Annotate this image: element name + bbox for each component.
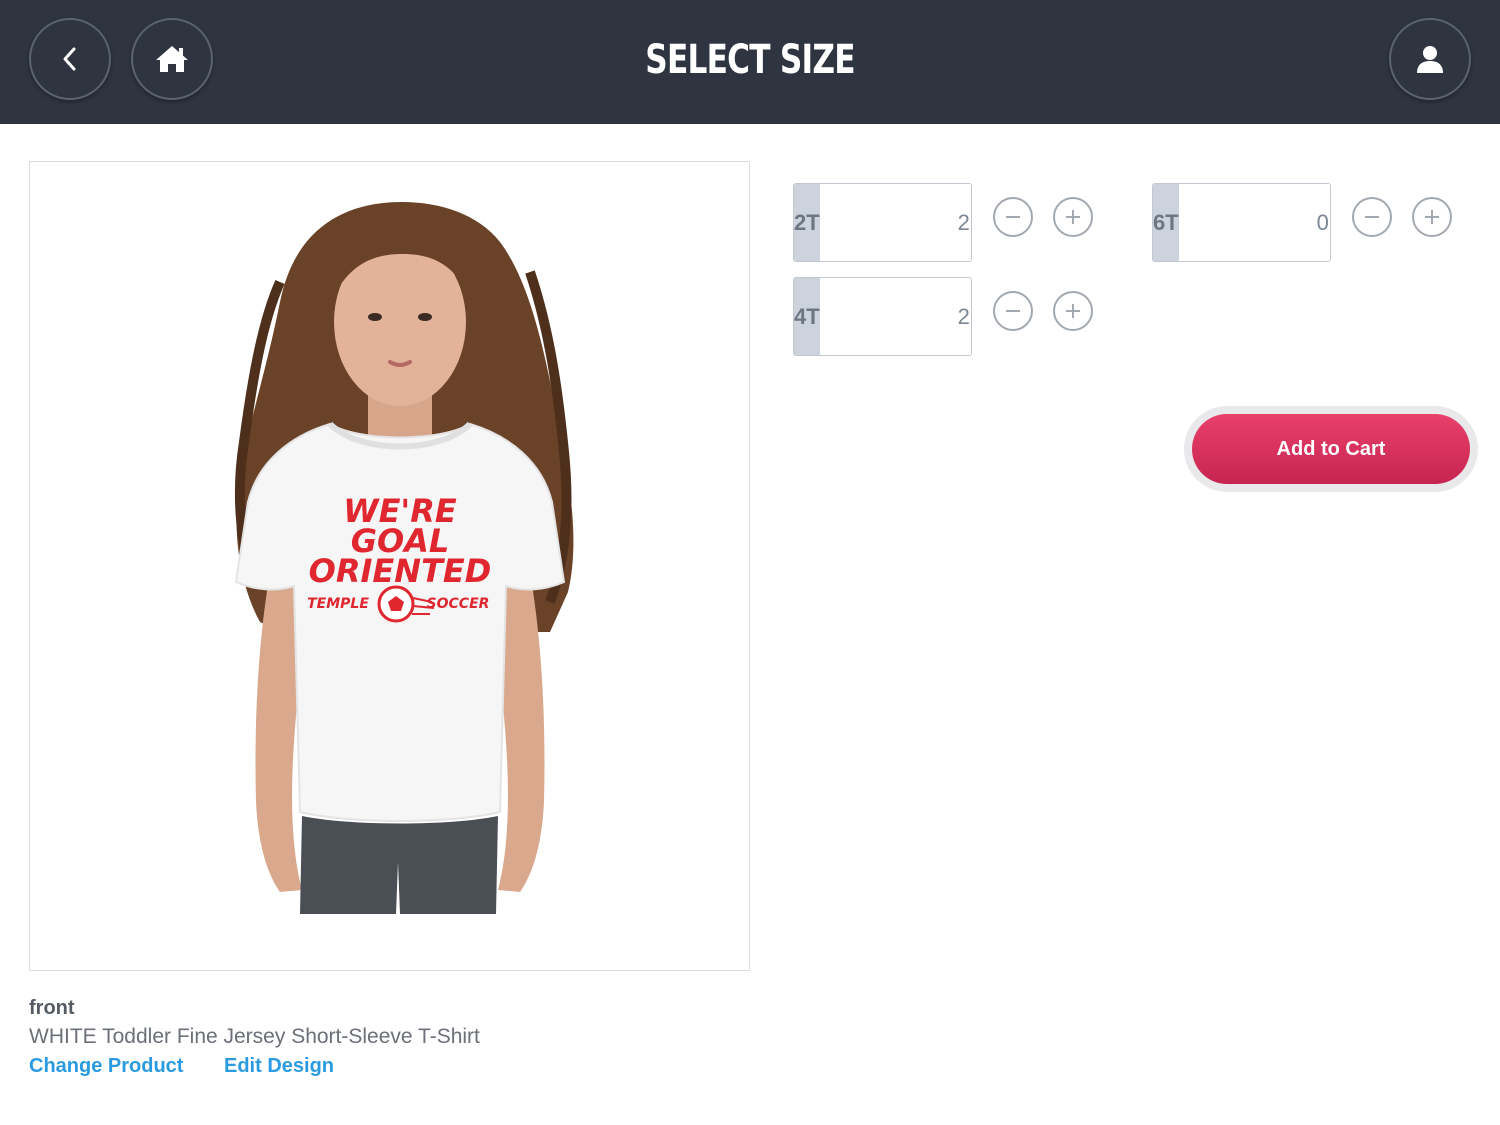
decrement-button-4t[interactable] — [993, 291, 1033, 331]
quantity-input-4t[interactable] — [819, 278, 971, 355]
minus-icon — [1006, 216, 1020, 218]
account-button[interactable] — [1389, 18, 1471, 100]
top-bar: SELECT SIZE — [0, 0, 1500, 124]
quantity-input-6t[interactable] — [1178, 184, 1330, 261]
product-side-label: front — [29, 997, 75, 1019]
size-label: 4T — [794, 278, 820, 355]
decrement-button-6t[interactable] — [1352, 197, 1392, 237]
size-label: 6T — [1153, 184, 1179, 261]
size-row-6t: 6T — [1152, 183, 1331, 262]
increment-button-2t[interactable] — [1053, 197, 1093, 237]
page-title: SELECT SIZE — [645, 37, 855, 83]
print-line-3: ORIENTED — [309, 552, 492, 590]
back-button[interactable] — [29, 18, 111, 100]
product-photo: WE'RE GOAL ORIENTED TEMPLE SOCCER — [234, 202, 574, 914]
increment-button-4t[interactable] — [1053, 291, 1093, 331]
minus-icon — [1006, 310, 1020, 312]
plus-icon — [1066, 304, 1080, 318]
size-label: 2T — [794, 184, 820, 261]
user-icon — [1417, 46, 1443, 73]
quantity-input-2t[interactable] — [819, 184, 971, 261]
add-to-cart-button[interactable]: Add to Cart — [1192, 414, 1470, 484]
size-row-4t: 4T — [793, 277, 972, 356]
increment-button-6t[interactable] — [1412, 197, 1452, 237]
add-to-cart-container: Add to Cart — [1184, 406, 1478, 492]
change-product-link[interactable]: Change Product — [29, 1055, 183, 1078]
chevron-left-icon — [63, 47, 76, 71]
product-name: WHITE Toddler Fine Jersey Short-Sleeve T… — [29, 1025, 480, 1048]
product-preview: WE'RE GOAL ORIENTED TEMPLE SOCCER — [29, 161, 750, 971]
minus-icon — [1365, 216, 1379, 218]
plus-icon — [1066, 210, 1080, 224]
edit-design-link[interactable]: Edit Design — [224, 1055, 334, 1078]
plus-icon — [1425, 210, 1439, 224]
size-row-2t: 2T — [793, 183, 972, 262]
print-right-word: SOCCER — [427, 596, 490, 612]
decrement-button-2t[interactable] — [993, 197, 1033, 237]
print-left-word: TEMPLE — [307, 596, 369, 612]
